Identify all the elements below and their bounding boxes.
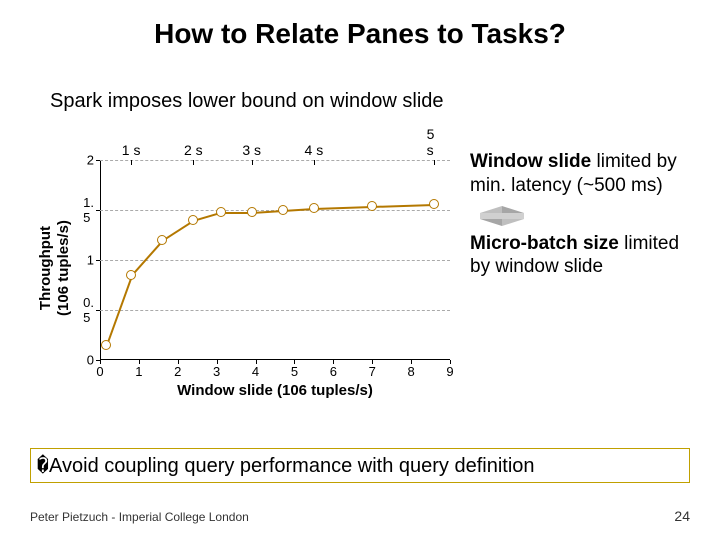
x-tick-mark (294, 360, 295, 364)
gridline (100, 260, 450, 261)
side-notes: Window slide limited by min. latency (~5… (470, 150, 690, 287)
y-tick-mark (96, 210, 100, 211)
note-window-slide: Window slide limited by min. latency (~5… (470, 150, 690, 198)
data-marker (278, 205, 288, 215)
x-axis-label: Window slide (106 tuples/s) (100, 382, 450, 399)
x-tick-mark (139, 360, 140, 364)
top-axis-tick (131, 160, 132, 165)
note-micro-batch: Micro-batch size limited by window slide (470, 232, 690, 280)
data-marker (309, 203, 319, 213)
bullet-glyph: � (37, 453, 49, 477)
callout-text: Avoid coupling query performance with qu… (49, 455, 534, 477)
top-axis-label: 1 s (122, 142, 141, 160)
chart-area: Throughput(106 tuples/s) Window slide (1… (10, 150, 710, 410)
top-axis-tick (252, 160, 253, 165)
series-segment (372, 204, 434, 207)
data-marker (216, 207, 226, 217)
x-tick-mark (411, 360, 412, 364)
double-arrow-icon (480, 206, 524, 226)
top-axis-tick (193, 160, 194, 165)
subtitle: Spark imposes lower bound on window slid… (0, 50, 720, 113)
x-tick-mark (100, 360, 101, 364)
series-segment (314, 206, 372, 209)
footer-author: Peter Pietzuch - Imperial College London (30, 510, 249, 524)
gridline (100, 160, 450, 161)
top-axis-label: 5 s (427, 126, 443, 160)
y-tick-mark (96, 160, 100, 161)
callout-box: �Avoid coupling query performance with q… (30, 448, 690, 483)
data-marker (247, 207, 257, 217)
x-axis (100, 359, 450, 360)
data-marker (188, 215, 198, 225)
top-axis-label: 2 s (184, 142, 203, 160)
data-marker (126, 270, 136, 280)
page-title: How to Relate Panes to Tasks? (0, 0, 720, 50)
top-axis-tick (434, 160, 435, 165)
x-tick-mark (178, 360, 179, 364)
data-marker (367, 201, 377, 211)
gridline (100, 310, 450, 311)
data-marker (157, 235, 167, 245)
data-marker (101, 340, 111, 350)
x-tick-mark (372, 360, 373, 364)
x-tick-mark (256, 360, 257, 364)
plot: Window slide (106 tuples/s) 00. 511. 520… (100, 160, 450, 360)
x-tick-mark (333, 360, 334, 364)
x-tick-mark (217, 360, 218, 364)
page-number: 24 (674, 508, 690, 524)
x-tick-mark (450, 360, 451, 364)
top-axis-label: 3 s (242, 142, 261, 160)
y-tick-mark (96, 260, 100, 261)
y-tick-mark (96, 310, 100, 311)
top-axis-tick (314, 160, 315, 165)
y-axis-label: Throughput(106 tuples/s) (37, 193, 73, 343)
top-axis-label: 4 s (305, 142, 324, 160)
data-marker (429, 199, 439, 209)
series-segment (131, 240, 163, 276)
